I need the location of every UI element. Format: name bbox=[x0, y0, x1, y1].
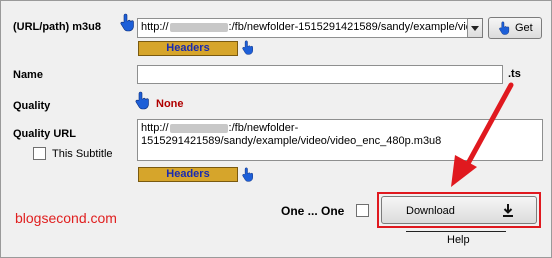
get-button[interactable]: Get bbox=[488, 17, 542, 39]
hand-pointer-icon[interactable] bbox=[241, 40, 254, 56]
download-icon bbox=[503, 204, 513, 217]
chevron-down-icon bbox=[471, 26, 479, 31]
headers-button-2[interactable]: Headers bbox=[138, 167, 238, 182]
hand-pointer-icon bbox=[499, 21, 510, 35]
quality-url-label: Quality URL bbox=[13, 128, 76, 140]
this-subtitle-label: This Subtitle bbox=[52, 148, 113, 160]
redacted-host bbox=[169, 123, 228, 133]
app-window: (URL/path) m3u8 http://:/fb/newfolder-15… bbox=[0, 0, 552, 258]
name-label: Name bbox=[13, 69, 43, 81]
url-label: (URL/path) m3u8 bbox=[13, 21, 101, 33]
one-by-one-label: One ... One bbox=[281, 204, 345, 218]
arrow-annotation-icon bbox=[451, 82, 514, 187]
watermark-text: blogsecond.com bbox=[15, 210, 117, 226]
this-subtitle-checkbox[interactable] bbox=[33, 147, 46, 160]
quality-label: Quality bbox=[13, 100, 51, 112]
quality-value: None bbox=[156, 98, 184, 110]
help-link-underline bbox=[406, 231, 506, 232]
hand-pointer-icon[interactable] bbox=[241, 167, 254, 183]
download-button[interactable]: Download bbox=[381, 196, 537, 224]
hand-pointer-icon[interactable] bbox=[134, 91, 150, 111]
redacted-host bbox=[169, 22, 228, 32]
help-link[interactable]: Help bbox=[447, 234, 470, 246]
url-dropdown-button[interactable] bbox=[467, 18, 483, 38]
one-by-one-checkbox[interactable] bbox=[356, 204, 369, 217]
url-input[interactable]: http://:/fb/newfolder-1515291421589/sand… bbox=[137, 18, 483, 38]
hand-pointer-icon[interactable] bbox=[119, 13, 135, 33]
headers-button[interactable]: Headers bbox=[138, 41, 238, 56]
